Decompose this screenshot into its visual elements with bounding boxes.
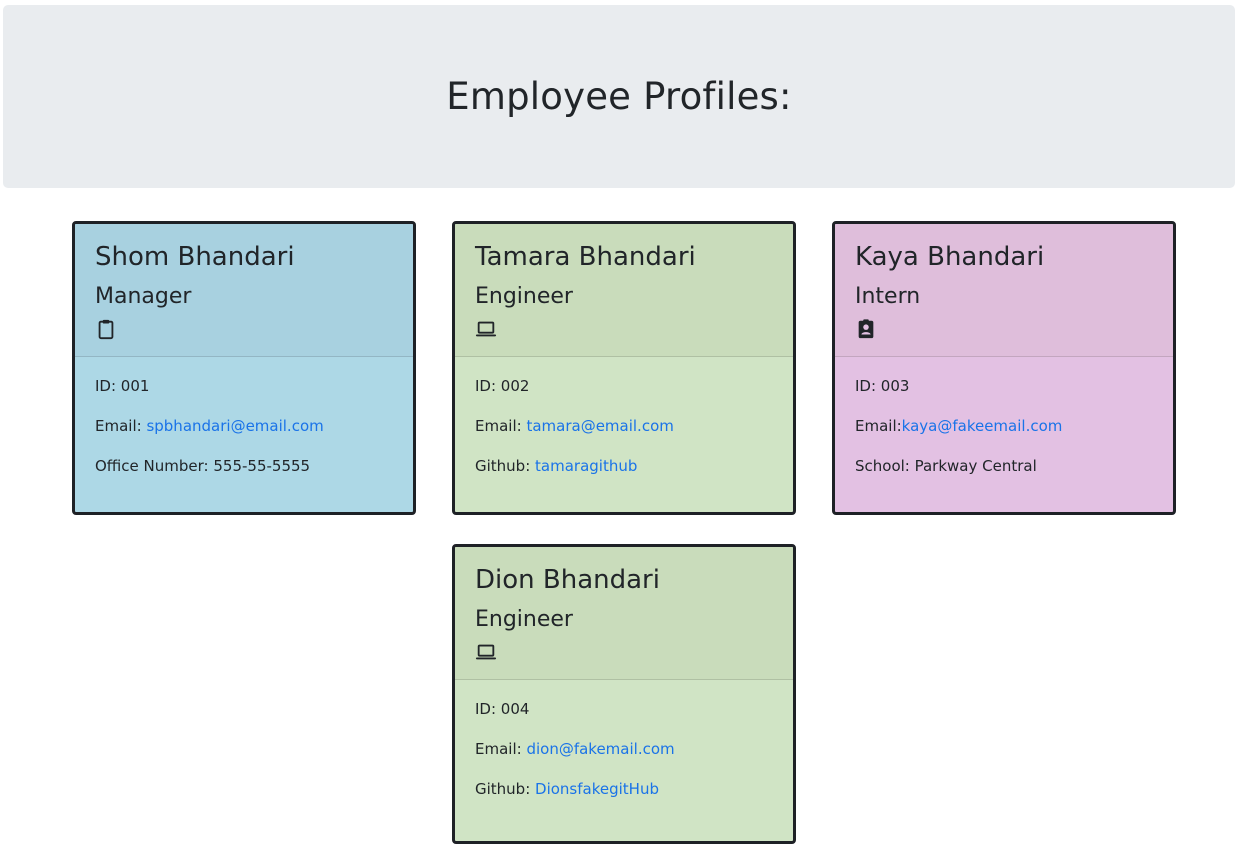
email-label: Email:: [475, 740, 527, 758]
card-header: Kaya Bhandari Intern: [835, 224, 1173, 357]
employee-role: Manager: [95, 284, 192, 309]
card-header: Shom Bhandari Manager: [75, 224, 413, 357]
employee-role: Engineer: [475, 284, 573, 309]
email-label: Email:: [855, 417, 902, 435]
employee-card-intern: Kaya Bhandari Intern ID: 003 Email:kaya@…: [832, 221, 1176, 515]
employee-id: ID: 003: [855, 377, 910, 395]
github-label: Github:: [475, 780, 536, 798]
card-body: ID: 002 Email: tamara@email.com Github: …: [455, 357, 793, 475]
employee-name: Tamara Bhandari: [475, 242, 696, 272]
card-header: Dion Bhandari Engineer: [455, 547, 793, 680]
employee-card-engineer: Tamara Bhandari Engineer ID: 002 Email: …: [452, 221, 796, 515]
employee-name: Shom Bhandari: [95, 242, 295, 272]
school: School: Parkway Central: [855, 457, 1037, 475]
github-link[interactable]: DionsfakegitHub: [535, 780, 659, 798]
card-body: ID: 001 Email: spbhandari@email.com Offi…: [75, 357, 413, 475]
employee-id: ID: 004: [475, 700, 530, 718]
github-label: Github:: [475, 457, 536, 475]
email-link[interactable]: dion@fakemail.com: [526, 740, 674, 758]
employee-card-manager: Shom Bhandari Manager ID: 001 Email: spb…: [72, 221, 416, 515]
employee-role: Intern: [855, 284, 921, 309]
clipboard-icon: [98, 319, 114, 340]
card-header: Tamara Bhandari Engineer: [455, 224, 793, 357]
id-badge-icon: [858, 319, 874, 339]
email-label: Email:: [95, 417, 147, 435]
page-header: Employee Profiles:: [3, 5, 1235, 188]
email-link[interactable]: kaya@fakeemail.com: [902, 417, 1063, 435]
page-title: Employee Profiles:: [446, 75, 792, 118]
employee-email-row: Email: dion@fakemail.com: [475, 740, 773, 758]
github-row: Github: tamaragithub: [475, 457, 773, 475]
github-link[interactable]: tamaragithub: [535, 457, 637, 475]
laptop-icon: [475, 321, 497, 337]
employee-email-row: Email:kaya@fakeemail.com: [855, 417, 1153, 435]
employee-email-row: Email: spbhandari@email.com: [95, 417, 393, 435]
employee-card-engineer: Dion Bhandari Engineer ID: 004 Email: di…: [452, 544, 796, 844]
card-body: ID: 003 Email:kaya@fakeemail.com School:…: [835, 357, 1173, 475]
employee-id: ID: 002: [475, 377, 530, 395]
laptop-icon: [475, 644, 497, 660]
employee-email-row: Email: tamara@email.com: [475, 417, 773, 435]
email-link[interactable]: tamara@email.com: [526, 417, 673, 435]
card-body: ID: 004 Email: dion@fakemail.com Github:…: [455, 680, 793, 798]
email-link[interactable]: spbhandari@email.com: [146, 417, 323, 435]
employee-name: Dion Bhandari: [475, 565, 660, 595]
employee-role: Engineer: [475, 607, 573, 632]
email-label: Email:: [475, 417, 527, 435]
office-number: Office Number: 555-55-5555: [95, 457, 311, 475]
github-row: Github: DionsfakegitHub: [475, 780, 773, 798]
employee-id: ID: 001: [95, 377, 150, 395]
employee-name: Kaya Bhandari: [855, 242, 1045, 272]
